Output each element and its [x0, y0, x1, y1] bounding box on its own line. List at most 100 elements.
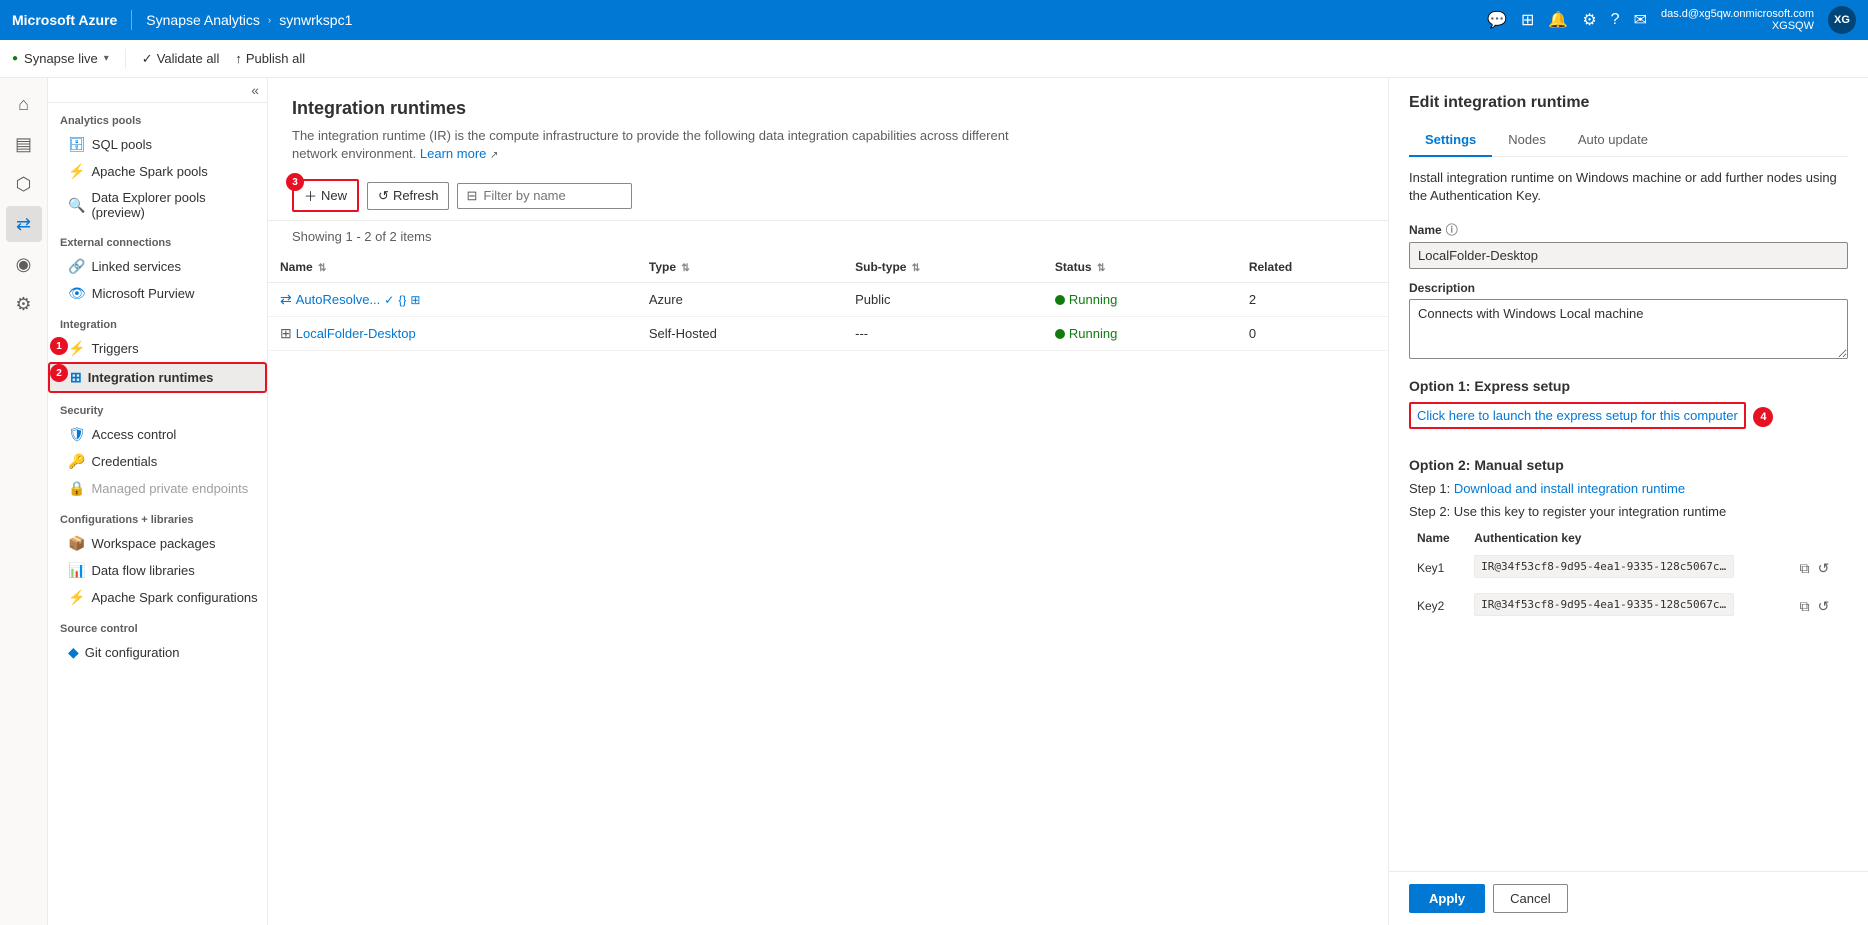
settings-icon[interactable]: ⚙: [1582, 10, 1596, 30]
sort-status-icon[interactable]: ⇅: [1097, 263, 1105, 274]
name-field[interactable]: [1409, 242, 1848, 269]
rp-header: Edit integration runtime Settings Nodes …: [1389, 78, 1868, 169]
refresh-button[interactable]: ↺ Refresh: [367, 182, 449, 210]
linked-services-label: Linked services: [91, 259, 181, 274]
sidebar-item-credentials[interactable]: 🔑 Credentials: [48, 448, 267, 475]
ir-item-wrapper: ⊞ Integration runtimes 2: [48, 362, 267, 393]
sidebar-item-purview[interactable]: 👁 Microsoft Purview: [48, 280, 267, 307]
dataflow-label: Data flow libraries: [91, 563, 194, 578]
access-control-label: Access control: [92, 427, 177, 442]
spark-config-label: Apache Spark configurations: [91, 590, 257, 605]
topbar-right-section: 💬 ⊞ 🔔 ⚙ ? ✉ das.d@xg5qw.onmicrosoft.com …: [1487, 6, 1856, 34]
sidebar-item-triggers[interactable]: ⚡ Triggers: [48, 335, 267, 362]
rp-description: Install integration runtime on Windows m…: [1409, 169, 1848, 205]
sidebar-item-access-control[interactable]: 🛡 Access control: [48, 421, 267, 448]
sidebar-item-integration-runtimes[interactable]: ⊞ Integration runtimes: [48, 362, 267, 393]
apply-button[interactable]: Apply: [1409, 884, 1485, 913]
access-control-icon: 🛡: [68, 426, 86, 443]
workspace-name[interactable]: synwrkspc1: [279, 12, 352, 28]
sort-subtype-icon[interactable]: ⇅: [912, 263, 920, 274]
purview-label: Microsoft Purview: [92, 286, 195, 301]
sidebar-item-data-explorer[interactable]: 🔍 Data Explorer pools (preview): [48, 185, 267, 225]
row2-status: Running: [1043, 317, 1237, 351]
section-analytics-pools: Analytics pools: [48, 103, 267, 131]
tab-nodes[interactable]: Nodes: [1492, 124, 1562, 157]
sidebar-item-sql-pools[interactable]: 🗄 SQL pools: [48, 131, 267, 158]
row1-name-link[interactable]: AutoResolve...: [296, 292, 381, 307]
sidebar-item-dataflow-libraries[interactable]: 📊 Data flow libraries: [48, 557, 267, 584]
refresh-label: Refresh: [393, 188, 439, 203]
download-ir-link[interactable]: Download and install integration runtime: [1454, 481, 1685, 496]
row2-ir-icon: ⊞: [280, 325, 292, 342]
icon-sidebar: ⌂ ▤ ⬡ ⇄ ◉ ⚙: [0, 78, 48, 925]
key2-refresh-btn[interactable]: ↺: [1816, 596, 1832, 617]
sidebar-item-managed-endpoints[interactable]: 🔒 Managed private endpoints: [48, 475, 267, 502]
sidebar-icon-home[interactable]: ⌂: [6, 86, 42, 122]
col-status: Status ⇅: [1043, 252, 1237, 283]
key1-copy-btn[interactable]: ⧉: [1798, 558, 1812, 579]
second-toolbar: ● Synapse live ▾ ✓ Validate all ↑ Publis…: [0, 40, 1868, 78]
help-icon[interactable]: ?: [1611, 11, 1620, 29]
app-name[interactable]: Synapse Analytics: [146, 12, 260, 28]
step-badge-3: 3: [286, 173, 304, 191]
sidebar-item-spark-config[interactable]: ⚡ Apache Spark configurations: [48, 584, 267, 611]
row2-related: 0: [1237, 317, 1388, 351]
page-title: Integration runtimes: [292, 98, 1364, 119]
filter-icon: ⊟: [466, 188, 477, 204]
workspace-packages-icon: 📦: [68, 535, 85, 552]
new-button[interactable]: 3 ＋ New: [292, 179, 359, 212]
key1-refresh-btn[interactable]: ↺: [1816, 558, 1832, 579]
row1-subtype: Public: [843, 283, 1043, 317]
cancel-button[interactable]: Cancel: [1493, 884, 1567, 913]
triggers-icon: ⚡: [68, 340, 85, 357]
col-subtype: Sub-type ⇅: [843, 252, 1043, 283]
name-info-icon[interactable]: ⓘ: [1446, 221, 1458, 238]
step1-prefix: Step 1:: [1409, 481, 1454, 496]
feedback-icon[interactable]: 💬: [1487, 10, 1507, 30]
key2-copy-btn[interactable]: ⧉: [1798, 596, 1812, 617]
step-badge-2: 2: [50, 364, 68, 382]
synapse-live-btn[interactable]: ● Synapse live ▾: [12, 51, 109, 66]
sidebar-icon-data[interactable]: ▤: [6, 126, 42, 162]
sort-name-icon[interactable]: ⇅: [318, 263, 326, 274]
express-setup-link[interactable]: Click here to launch the express setup f…: [1409, 402, 1746, 429]
data-explorer-label: Data Explorer pools (preview): [91, 190, 259, 220]
step1-text: Step 1: Download and install integration…: [1409, 481, 1848, 496]
sidebar-item-workspace-packages[interactable]: 📦 Workspace packages: [48, 530, 267, 557]
user-info: das.d@xg5qw.onmicrosoft.com XGSQW: [1661, 8, 1814, 32]
validate-check-icon: ✓: [142, 51, 153, 67]
sidebar-icon-develop[interactable]: ⬡: [6, 166, 42, 202]
key2-action-btns: ⧉ ↺: [1798, 596, 1840, 617]
spark-pools-label: Apache Spark pools: [91, 164, 207, 179]
validate-all-btn[interactable]: ✓ Validate all: [142, 51, 220, 67]
learn-more-link[interactable]: Learn more: [420, 146, 486, 161]
portal-icon[interactable]: ⊞: [1521, 10, 1534, 30]
sidebar-icon-integrate[interactable]: ⇄: [6, 206, 42, 242]
tab-settings[interactable]: Settings: [1409, 124, 1492, 157]
sidebar-item-linked-services[interactable]: 🔗 Linked services: [48, 253, 267, 280]
sort-type-icon[interactable]: ⇅: [681, 263, 689, 274]
option1-heading: Option 1: Express setup: [1409, 378, 1848, 394]
sql-pools-icon: 🗄: [68, 136, 86, 153]
key1-row: Key1 IR@34f53cf8-9d95-4ea1-9335-128c5067…: [1409, 549, 1848, 587]
notification-icon[interactable]: 🔔: [1548, 10, 1568, 30]
publish-all-btn[interactable]: ↑ Publish all: [235, 51, 305, 66]
sidebar-icon-monitor[interactable]: ◉: [6, 246, 42, 282]
description-field[interactable]: Connects with Windows Local machine: [1409, 299, 1848, 359]
collapse-panel-btn[interactable]: «: [251, 82, 259, 98]
row2-subtype: ---: [843, 317, 1043, 351]
sidebar-item-git-config[interactable]: ◆ Git configuration: [48, 639, 267, 666]
section-configurations: Configurations + libraries: [48, 502, 267, 530]
table-row: ⊞ LocalFolder-Desktop Self-Hosted --- Ru…: [268, 317, 1388, 351]
feedback2-icon[interactable]: ✉: [1634, 10, 1647, 30]
refresh-icon: ↺: [378, 188, 389, 204]
ir-label: Integration runtimes: [88, 370, 214, 385]
tab-autoupdate[interactable]: Auto update: [1562, 124, 1664, 157]
user-email: das.d@xg5qw.onmicrosoft.com: [1661, 8, 1814, 20]
sidebar-icon-manage[interactable]: ⚙: [6, 286, 42, 322]
sidebar-item-spark-pools[interactable]: ⚡ Apache Spark pools: [48, 158, 267, 185]
avatar[interactable]: XG: [1828, 6, 1856, 34]
filter-input[interactable]: [483, 188, 623, 203]
row2-name-link[interactable]: LocalFolder-Desktop: [296, 326, 416, 341]
key2-actions: ⧉ ↺: [1790, 587, 1848, 625]
